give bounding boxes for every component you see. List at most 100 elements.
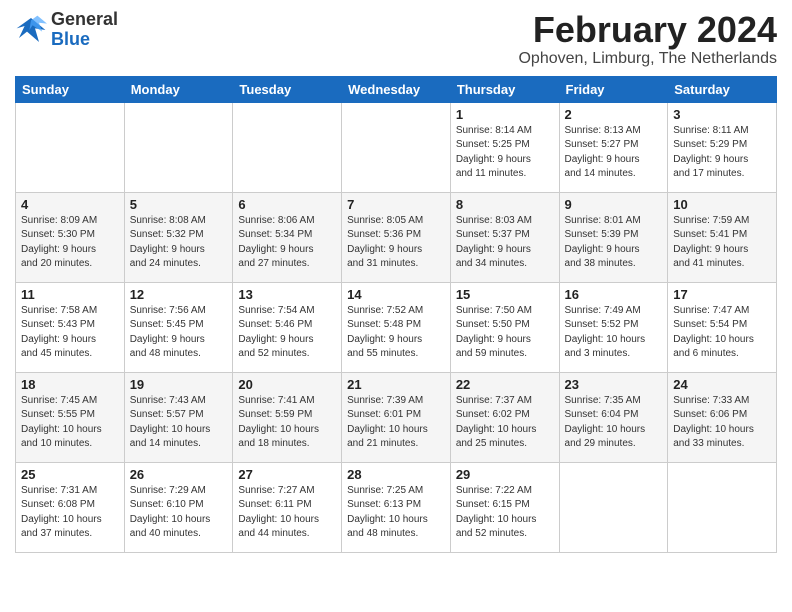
calendar-cell: 25Sunrise: 7:31 AMSunset: 6:08 PMDayligh… <box>16 462 125 552</box>
day-number: 4 <box>21 197 119 212</box>
day-number: 7 <box>347 197 445 212</box>
title-block: February 2024 Ophoven, Limburg, The Neth… <box>518 10 777 68</box>
day-number: 13 <box>238 287 336 302</box>
day-info: Sunrise: 8:11 AMSunset: 5:29 PMDaylight:… <box>673 124 771 182</box>
calendar-cell: 24Sunrise: 7:33 AMSunset: 6:06 PMDayligh… <box>668 372 777 462</box>
calendar-cell: 8 Sunrise: 8:03 AMSunset: 5:37 PMDaylight… <box>450 192 559 282</box>
day-info: Sunrise: 7:41 AMSunset: 5:59 PMDaylight:… <box>238 394 336 452</box>
calendar-cell <box>124 102 233 192</box>
calendar-cell: 10Sunrise: 7:59 AMSunset: 5:41 PMDayligh… <box>668 192 777 282</box>
day-info: Sunrise: 7:47 AMSunset: 5:54 PMDaylight:… <box>673 304 771 362</box>
calendar-cell: 15 Sunrise: 7:50 AMSunset: 5:50 PMDayligh… <box>450 282 559 372</box>
calendar-cell: 4 Sunrise: 8:09 AMSunset: 5:30 PMDaylight… <box>16 192 125 282</box>
day-info: Sunrise: 8:14 AMSunset: 5:25 PMDaylight:… <box>456 124 554 182</box>
calendar-week-row: 18 Sunrise: 7:45 AMSunset: 5:55 PMDayligh… <box>16 372 777 462</box>
day-number: 14 <box>347 287 445 302</box>
logo: General Blue <box>15 10 118 50</box>
calendar-cell: 20 Sunrise: 7:41 AMSunset: 5:59 PMDayligh… <box>233 372 342 462</box>
day-info: Sunrise: 8:05 AMSunset: 5:36 PMDaylight:… <box>347 214 445 272</box>
calendar-cell: 21 Sunrise: 7:39 AMSunset: 6:01 PMDayligh… <box>342 372 451 462</box>
day-number: 12 <box>130 287 228 302</box>
calendar-cell <box>342 102 451 192</box>
day-number: 21 <box>347 377 445 392</box>
day-info: Sunrise: 7:45 AMSunset: 5:55 PMDaylight:… <box>21 394 119 452</box>
calendar-week-row: 11Sunrise: 7:58 AMSunset: 5:43 PMDayligh… <box>16 282 777 372</box>
day-info: Sunrise: 8:09 AMSunset: 5:30 PMDaylight:… <box>21 214 119 272</box>
calendar-cell: 2 Sunrise: 8:13 AMSunset: 5:27 PMDaylight… <box>559 102 668 192</box>
day-number: 17 <box>673 287 771 302</box>
location-subtitle: Ophoven, Limburg, The Netherlands <box>518 50 777 68</box>
calendar-cell: 3Sunrise: 8:11 AMSunset: 5:29 PMDaylight… <box>668 102 777 192</box>
column-header-friday: Friday <box>559 76 668 102</box>
calendar-cell: 22 Sunrise: 7:37 AMSunset: 6:02 PMDayligh… <box>450 372 559 462</box>
logo-text: General Blue <box>51 10 118 50</box>
column-header-sunday: Sunday <box>16 76 125 102</box>
calendar-table: SundayMondayTuesdayWednesdayThursdayFrid… <box>15 76 777 553</box>
day-info: Sunrise: 8:03 AMSunset: 5:37 PMDaylight:… <box>456 214 554 272</box>
calendar-cell: 13 Sunrise: 7:54 AMSunset: 5:46 PMDayligh… <box>233 282 342 372</box>
calendar-cell <box>559 462 668 552</box>
calendar-cell <box>233 102 342 192</box>
column-header-monday: Monday <box>124 76 233 102</box>
day-number: 22 <box>456 377 554 392</box>
day-number: 16 <box>565 287 663 302</box>
calendar-cell: 14 Sunrise: 7:52 AMSunset: 5:48 PMDayligh… <box>342 282 451 372</box>
column-header-thursday: Thursday <box>450 76 559 102</box>
calendar-cell: 12 Sunrise: 7:56 AMSunset: 5:45 PMDayligh… <box>124 282 233 372</box>
day-number: 27 <box>238 467 336 482</box>
day-info: Sunrise: 7:29 AMSunset: 6:10 PMDaylight:… <box>130 484 228 542</box>
day-number: 25 <box>21 467 119 482</box>
day-number: 15 <box>456 287 554 302</box>
day-info: Sunrise: 7:25 AMSunset: 6:13 PMDaylight:… <box>347 484 445 542</box>
day-number: 2 <box>565 107 663 122</box>
day-number: 9 <box>565 197 663 212</box>
day-info: Sunrise: 7:50 AMSunset: 5:50 PMDaylight:… <box>456 304 554 362</box>
calendar-cell: 16 Sunrise: 7:49 AMSunset: 5:52 PMDayligh… <box>559 282 668 372</box>
day-info: Sunrise: 8:13 AMSunset: 5:27 PMDaylight:… <box>565 124 663 182</box>
column-header-wednesday: Wednesday <box>342 76 451 102</box>
day-number: 19 <box>130 377 228 392</box>
day-info: Sunrise: 8:01 AMSunset: 5:39 PMDaylight:… <box>565 214 663 272</box>
day-number: 5 <box>130 197 228 212</box>
calendar-week-row: 4 Sunrise: 8:09 AMSunset: 5:30 PMDaylight… <box>16 192 777 282</box>
day-number: 6 <box>238 197 336 212</box>
day-number: 24 <box>673 377 771 392</box>
calendar-cell: 29 Sunrise: 7:22 AMSunset: 6:15 PMDayligh… <box>450 462 559 552</box>
calendar-cell: 27 Sunrise: 7:27 AMSunset: 6:11 PMDayligh… <box>233 462 342 552</box>
day-number: 29 <box>456 467 554 482</box>
calendar-cell: 11Sunrise: 7:58 AMSunset: 5:43 PMDayligh… <box>16 282 125 372</box>
logo-blue: Blue <box>51 30 118 50</box>
calendar-cell: 9 Sunrise: 8:01 AMSunset: 5:39 PMDaylight… <box>559 192 668 282</box>
day-number: 23 <box>565 377 663 392</box>
day-info: Sunrise: 7:39 AMSunset: 6:01 PMDaylight:… <box>347 394 445 452</box>
day-number: 8 <box>456 197 554 212</box>
day-info: Sunrise: 7:49 AMSunset: 5:52 PMDaylight:… <box>565 304 663 362</box>
day-number: 10 <box>673 197 771 212</box>
calendar-cell: 7 Sunrise: 8:05 AMSunset: 5:36 PMDaylight… <box>342 192 451 282</box>
calendar-cell: 17 Sunrise: 7:47 AMSunset: 5:54 PMDayligh… <box>668 282 777 372</box>
day-info: Sunrise: 7:43 AMSunset: 5:57 PMDaylight:… <box>130 394 228 452</box>
calendar-cell: 19 Sunrise: 7:43 AMSunset: 5:57 PMDayligh… <box>124 372 233 462</box>
calendar-cell: 28Sunrise: 7:25 AMSunset: 6:13 PMDayligh… <box>342 462 451 552</box>
day-info: Sunrise: 8:06 AMSunset: 5:34 PMDaylight:… <box>238 214 336 272</box>
day-number: 20 <box>238 377 336 392</box>
column-header-saturday: Saturday <box>668 76 777 102</box>
day-info: Sunrise: 7:56 AMSunset: 5:45 PMDaylight:… <box>130 304 228 362</box>
day-info: Sunrise: 7:27 AMSunset: 6:11 PMDaylight:… <box>238 484 336 542</box>
day-info: Sunrise: 7:37 AMSunset: 6:02 PMDaylight:… <box>456 394 554 452</box>
day-info: Sunrise: 8:08 AMSunset: 5:32 PMDaylight:… <box>130 214 228 272</box>
day-number: 26 <box>130 467 228 482</box>
column-header-tuesday: Tuesday <box>233 76 342 102</box>
calendar-header-row: SundayMondayTuesdayWednesdayThursdayFrid… <box>16 76 777 102</box>
day-info: Sunrise: 7:35 AMSunset: 6:04 PMDaylight:… <box>565 394 663 452</box>
calendar-cell <box>16 102 125 192</box>
logo-icon <box>15 14 47 46</box>
day-info: Sunrise: 7:54 AMSunset: 5:46 PMDaylight:… <box>238 304 336 362</box>
day-info: Sunrise: 7:22 AMSunset: 6:15 PMDaylight:… <box>456 484 554 542</box>
calendar-week-row: 25Sunrise: 7:31 AMSunset: 6:08 PMDayligh… <box>16 462 777 552</box>
day-number: 11 <box>21 287 119 302</box>
logo-general: General <box>51 10 118 30</box>
day-number: 1 <box>456 107 554 122</box>
day-info: Sunrise: 7:52 AMSunset: 5:48 PMDaylight:… <box>347 304 445 362</box>
day-number: 18 <box>21 377 119 392</box>
